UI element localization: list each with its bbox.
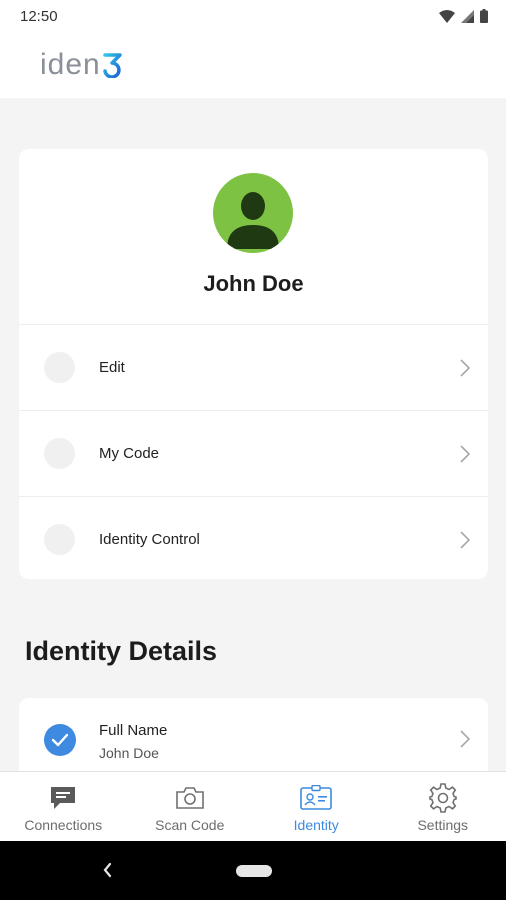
verified-check-icon (44, 724, 76, 756)
battery-icon (480, 9, 488, 23)
nav-label: Connections (24, 817, 103, 833)
nav-label: Identity (293, 817, 339, 833)
nav-label: Scan Code (155, 817, 225, 833)
nav-item-settings[interactable]: Settings (380, 772, 506, 841)
chat-icon (49, 783, 77, 813)
avatar[interactable] (213, 173, 293, 253)
status-bar: 12:50 (0, 0, 506, 32)
app-header: iden (0, 32, 506, 98)
chevron-right-icon (460, 530, 470, 549)
menu-item-label: Identity Control (99, 531, 200, 548)
status-time: 12:50 (20, 7, 58, 25)
logo-text: iden (40, 48, 101, 81)
profile-card: John Doe Edit My Code Identity Control (19, 149, 488, 579)
chevron-right-icon (460, 730, 470, 748)
status-icons (439, 9, 488, 23)
nav-item-scan-code[interactable]: Scan Code (127, 772, 254, 841)
detail-value: John Doe (99, 745, 159, 761)
camera-icon (175, 783, 205, 813)
section-title-identity-details: Identity Details (25, 636, 218, 666)
profile-name: John Doe (203, 271, 304, 296)
logo-mark-icon (102, 53, 122, 78)
menu-item-icon (44, 352, 75, 383)
wifi-icon (439, 9, 455, 23)
home-pill[interactable] (236, 865, 272, 877)
menu-item-edit[interactable]: Edit (19, 324, 488, 410)
nav-item-connections[interactable]: Connections (0, 772, 127, 841)
signal-icon (461, 9, 474, 23)
menu-item-my-code[interactable]: My Code (19, 410, 488, 496)
nav-item-identity[interactable]: Identity (253, 772, 380, 841)
menu-item-icon (44, 438, 75, 469)
menu-item-identity-control[interactable]: Identity Control (19, 496, 488, 579)
nav-label: Settings (417, 817, 469, 833)
system-nav-bar (0, 841, 506, 900)
chevron-right-icon (460, 358, 470, 377)
profile-menu: Edit My Code Identity Control (19, 324, 488, 579)
menu-item-label: My Code (99, 445, 160, 462)
menu-item-icon (44, 524, 75, 555)
chevron-right-icon (460, 444, 470, 463)
id-card-icon (300, 783, 333, 813)
back-icon[interactable] (101, 861, 113, 879)
bottom-nav: Connections Scan Code Identity Settings (0, 771, 506, 841)
menu-item-label: Edit (99, 359, 125, 376)
person-icon (227, 192, 279, 249)
detail-label: Full Name (99, 722, 168, 739)
gear-icon (428, 783, 458, 813)
app-logo: iden (40, 48, 124, 82)
